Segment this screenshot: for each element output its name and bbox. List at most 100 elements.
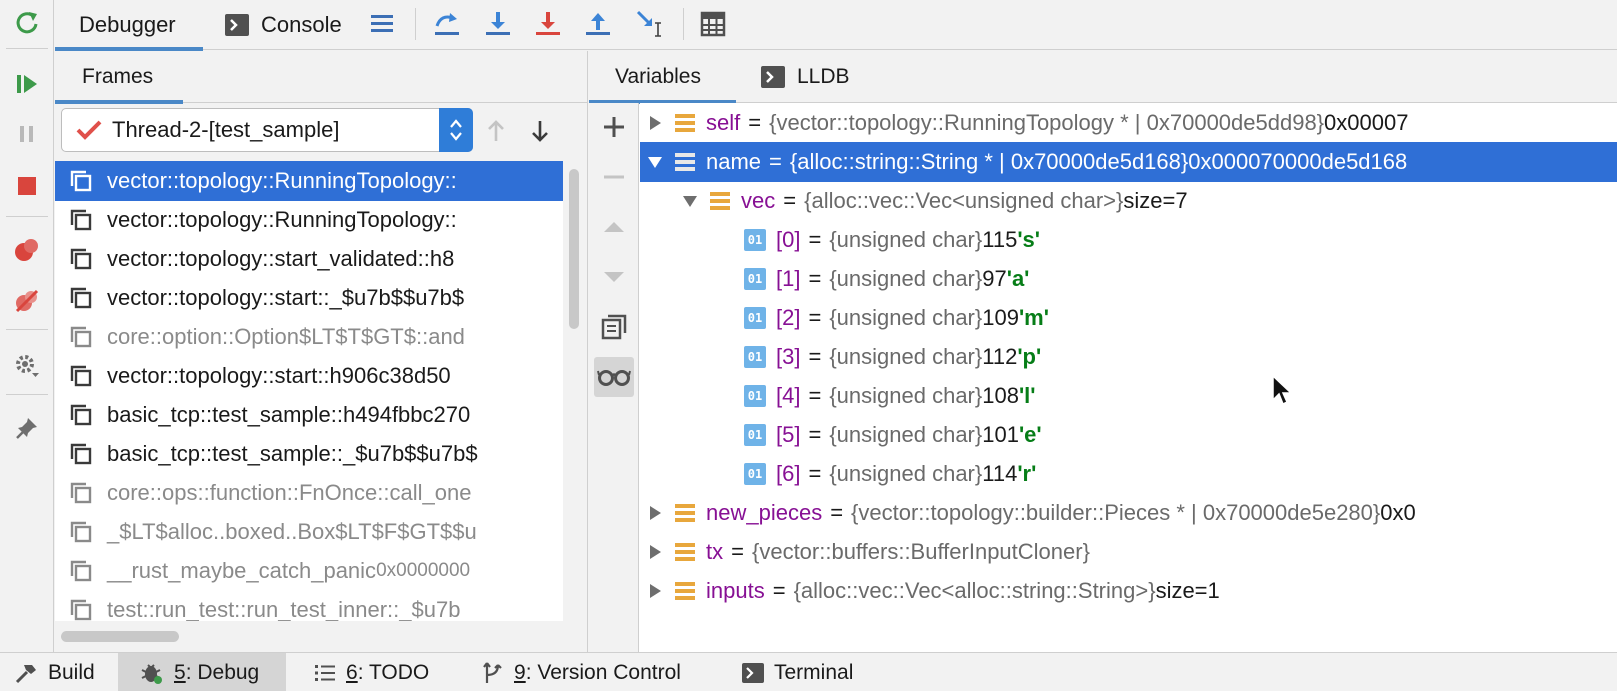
frame-row[interactable]: vector::topology::RunningTopology::	[55, 200, 563, 240]
frame-label: __rust_maybe_catch_panic	[107, 558, 377, 583]
terminal-tool-label: Terminal	[774, 660, 854, 684]
build-tool-button[interactable]: Build	[14, 653, 118, 691]
frame-row[interactable]: vector::topology::RunningTopology::	[55, 161, 563, 201]
step-over-icon[interactable]	[427, 4, 467, 44]
resume-icon[interactable]	[7, 64, 47, 104]
variable-row[interactable]: 01 [1] = {unsigned char} 97 'a'	[640, 259, 1617, 299]
expanded-arrow-icon[interactable]	[675, 194, 705, 208]
variable-name: [0]	[776, 227, 801, 252]
variable-name: [1]	[776, 266, 801, 291]
thread-select[interactable]: Thread-2-[test_sample]	[61, 108, 473, 152]
version-control-tool-button[interactable]: 9: Version Control	[482, 653, 702, 691]
stop-icon[interactable]	[7, 166, 47, 206]
debug-side-toolbar	[0, 0, 54, 652]
primitive-value-icon: 01	[740, 229, 770, 251]
variable-row[interactable]: inputs = {alloc::vec::Vec<alloc::string::S…	[640, 571, 1617, 611]
variable-row[interactable]: 01 [5] = {unsigned char} 101 'e'	[640, 415, 1617, 455]
variable-value: 114	[982, 461, 1018, 486]
collapsed-arrow-icon[interactable]	[640, 583, 670, 599]
frames-list: vector::topology::RunningTopology:: vecto…	[55, 161, 563, 621]
move-down-icon[interactable]	[594, 257, 634, 297]
frame-row[interactable]: core::option::Option$LT$T$GT$::and	[55, 317, 563, 357]
variable-type: {alloc::vec::Vec<alloc::string::String>}	[793, 578, 1156, 603]
primitive-value-icon: 01	[740, 463, 770, 485]
variable-value: size=7	[1123, 188, 1188, 213]
frames-vertical-scrollbar[interactable]	[569, 169, 579, 329]
variable-row[interactable]: 01 [4] = {unsigned char} 108 'l'	[640, 376, 1617, 416]
tab-frames-label: Frames	[82, 65, 154, 88]
collapsed-arrow-icon[interactable]	[640, 544, 670, 560]
terminal-tool-button[interactable]: Terminal	[742, 653, 882, 691]
variable-row[interactable]: 01 [0] = {unsigned char} 115 's'	[640, 220, 1617, 260]
show-watches-glasses-icon[interactable]	[594, 357, 634, 397]
equals-sign: =	[748, 110, 762, 135]
frame-row[interactable]: vector::topology::start_validated::h8	[55, 239, 563, 279]
tab-frames[interactable]: Frames	[55, 51, 183, 104]
variable-row[interactable]: name = {alloc::string::String * | 0x70000d…	[640, 142, 1617, 182]
frame-row[interactable]: vector::topology::start::_$u7b$$u7b$	[55, 278, 563, 318]
expanded-arrow-icon[interactable]	[640, 155, 670, 169]
frame-row[interactable]: __rust_maybe_catch_panic 0x0000000	[55, 551, 563, 591]
frame-label: core::ops::function::FnOnce::call_one	[107, 480, 472, 505]
tab-variables[interactable]: Variables	[589, 51, 736, 104]
rerun-icon[interactable]	[7, 2, 47, 42]
variables-header: Variables LLDB	[589, 51, 1617, 104]
frames-horizontal-scrollbar[interactable]	[61, 631, 179, 642]
tab-console[interactable]: Console	[225, 0, 385, 50]
field-icon	[670, 112, 700, 134]
debug-tool-button[interactable]: 5: Debug	[118, 653, 286, 691]
collapsed-arrow-icon[interactable]	[640, 505, 670, 521]
variable-name: [5]	[776, 422, 801, 447]
view-breakpoints-icon[interactable]	[7, 230, 47, 270]
variable-row[interactable]: 01 [6] = {unsigned char} 114 'r'	[640, 454, 1617, 494]
pin-icon[interactable]	[7, 408, 47, 448]
frame-row[interactable]: vector::topology::start::h906c38d50	[55, 356, 563, 396]
frame-row[interactable]: test::run_test::run_test_inner::_$u7b	[55, 590, 563, 621]
variable-row[interactable]: tx = {vector::buffers::BufferInputCloner}	[640, 532, 1617, 572]
thread-check-icon	[76, 119, 102, 141]
collapsed-arrow-icon[interactable]	[640, 115, 670, 131]
force-step-into-icon[interactable]	[528, 4, 568, 44]
field-icon	[705, 190, 735, 212]
add-watch-icon[interactable]	[594, 107, 634, 147]
tab-console-label: Console	[261, 12, 342, 37]
run-to-cursor-icon[interactable]	[630, 4, 670, 44]
frame-row[interactable]: _$LT$alloc..boxed..Box$LT$F$GT$$u	[55, 512, 563, 552]
variable-row[interactable]: new_pieces = {vector::topology::builder::P…	[640, 493, 1617, 533]
char-literal: 'e'	[1018, 422, 1042, 447]
equals-sign: =	[808, 461, 822, 486]
char-literal: 'l'	[1018, 383, 1036, 408]
frame-row[interactable]: basic_tcp::test_sample::h494fbbc270	[55, 395, 563, 435]
variable-type: {unsigned char}	[829, 266, 983, 291]
stack-frame-icon	[55, 170, 107, 192]
field-icon	[670, 580, 700, 602]
show-execution-point-icon[interactable]	[362, 4, 402, 44]
variable-row[interactable]: self = {vector::topology::RunningTopology …	[640, 103, 1617, 143]
remove-watch-icon[interactable]	[594, 157, 634, 197]
tab-lldb[interactable]: LLDB	[761, 51, 881, 103]
step-out-icon[interactable]	[578, 4, 618, 44]
frame-address: 0x0000000	[376, 560, 471, 581]
arrow-up-icon[interactable]	[476, 111, 516, 151]
pause-icon[interactable]	[7, 114, 47, 154]
equals-sign: =	[808, 344, 822, 369]
evaluate-expression-icon[interactable]	[693, 4, 733, 44]
terminal-icon	[742, 662, 764, 683]
variable-row[interactable]: vec = {alloc::vec::Vec<unsigned char>} siz…	[640, 181, 1617, 221]
mouse-cursor-icon	[1271, 374, 1293, 408]
tab-debugger[interactable]: Debugger	[55, 0, 203, 51]
arrow-down-icon[interactable]	[520, 111, 560, 151]
todo-tool-button[interactable]: 6: TODO	[314, 653, 444, 691]
variable-row[interactable]: 01 [2] = {unsigned char} 109 'm'	[640, 298, 1617, 338]
move-up-icon[interactable]	[594, 207, 634, 247]
step-into-icon[interactable]	[478, 4, 518, 44]
frame-row[interactable]: core::ops::function::FnOnce::call_one	[55, 473, 563, 513]
frame-row[interactable]: basic_tcp::test_sample::_$u7b$$u7b$	[55, 434, 563, 474]
variable-name: tx	[706, 539, 724, 564]
variable-row[interactable]: 01 [3] = {unsigned char} 112 'p'	[640, 337, 1617, 377]
settings-gear-icon[interactable]	[7, 346, 47, 386]
primitive-icon-text: 01	[744, 463, 766, 485]
duplicate-watch-icon[interactable]	[594, 307, 634, 347]
mute-breakpoints-icon[interactable]	[7, 281, 47, 321]
equals-sign: =	[808, 266, 822, 291]
